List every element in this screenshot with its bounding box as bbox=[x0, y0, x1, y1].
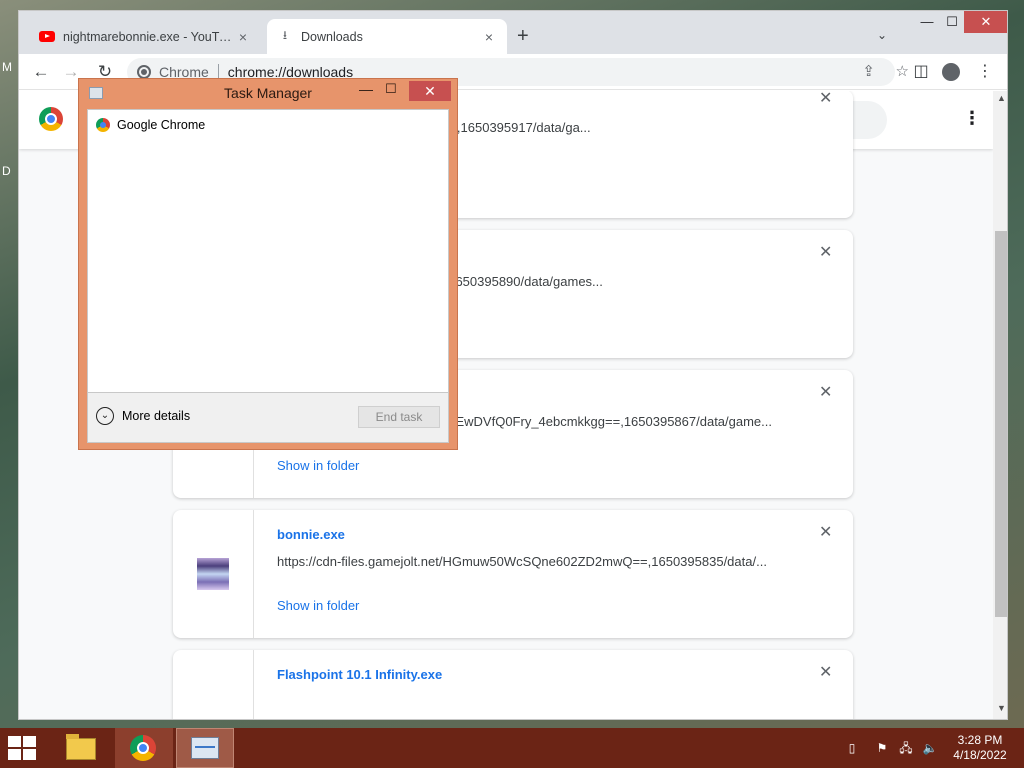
network-icon[interactable]: 🖧 bbox=[898, 740, 914, 756]
clock-date: 4/18/2022 bbox=[953, 748, 1007, 762]
task-manager-title: Task Manager bbox=[224, 85, 312, 101]
show-in-folder-link[interactable]: Show in folder bbox=[277, 598, 359, 613]
chrome-icon bbox=[130, 735, 156, 761]
start-button[interactable] bbox=[8, 736, 38, 760]
downloads-menu-icon[interactable]: ⋮ bbox=[963, 108, 981, 129]
tab-strip: nightmarebonnie.exe - YouTube × ⭳ Downlo… bbox=[19, 11, 1007, 54]
card-divider bbox=[253, 650, 254, 719]
share-icon[interactable]: ⇪ bbox=[862, 58, 875, 86]
download-file-name[interactable]: bonnie.exe bbox=[277, 527, 345, 542]
close-button[interactable]: ✕ bbox=[409, 81, 451, 101]
clock-time: 3:28 PM bbox=[957, 733, 1003, 747]
task-manager-window: Task Manager — ☐ ✕ Google Chrome ⌄ More … bbox=[78, 78, 458, 450]
tab-close-icon[interactable]: × bbox=[481, 29, 497, 45]
remove-download-icon[interactable]: ✕ bbox=[819, 242, 832, 262]
chrome-menu-icon[interactable]: ⋮ bbox=[973, 60, 997, 84]
desktop-icon-label[interactable]: D bbox=[2, 164, 11, 178]
remove-download-icon[interactable]: ✕ bbox=[819, 662, 832, 682]
task-manager-footer: ⌄ More details End task bbox=[87, 393, 449, 443]
side-panel-icon[interactable]: ◫ bbox=[909, 60, 933, 84]
file-explorer-button[interactable] bbox=[64, 732, 98, 764]
taskbar: ▯ ⚑ 🖧 🔈 3:28 PM 4/18/2022 bbox=[0, 728, 1024, 768]
download-url: https://cdn-files.gamejolt.net/HGmuw50Wc… bbox=[277, 554, 767, 569]
remove-download-icon[interactable]: ✕ bbox=[819, 91, 832, 108]
bookmark-star-icon[interactable]: ☆ bbox=[896, 58, 909, 86]
minimize-button[interactable]: — bbox=[359, 81, 373, 97]
volume-icon[interactable]: 🔈 bbox=[922, 740, 938, 756]
file-thumbnail bbox=[197, 558, 229, 590]
desktop-icon-label[interactable]: M bbox=[2, 60, 12, 74]
scroll-thumb[interactable] bbox=[995, 231, 1007, 617]
action-center-icon[interactable]: ▯ bbox=[844, 740, 860, 756]
tab-close-icon[interactable]: × bbox=[235, 29, 251, 45]
page-scrollbar[interactable]: ▲ ▼ bbox=[993, 91, 1007, 719]
show-in-folder-link[interactable]: Show in folder bbox=[277, 458, 359, 473]
new-tab-button[interactable]: + bbox=[517, 25, 529, 47]
profile-avatar-icon[interactable] bbox=[939, 60, 963, 84]
task-manager-icon bbox=[191, 737, 219, 759]
chevron-down-icon[interactable]: ⌄ bbox=[96, 407, 114, 425]
chrome-icon bbox=[96, 118, 110, 132]
more-details-link[interactable]: More details bbox=[122, 409, 190, 423]
process-row[interactable]: Google Chrome bbox=[96, 118, 205, 132]
task-manager-titlebar[interactable]: Task Manager — ☐ ✕ bbox=[79, 79, 457, 107]
tab-search-chevron-icon[interactable]: ⌄ bbox=[877, 28, 887, 42]
scroll-up-arrow-icon[interactable]: ▲ bbox=[997, 93, 1006, 103]
download-file-name[interactable]: Flashpoint 10.1 Infinity.exe bbox=[277, 667, 442, 682]
download-item: bonnie.exe https://cdn-files.gamejolt.ne… bbox=[173, 510, 853, 638]
taskbar-task-manager-button[interactable] bbox=[176, 728, 234, 768]
back-button[interactable]: ← bbox=[29, 60, 53, 84]
end-task-button[interactable]: End task bbox=[358, 406, 440, 428]
close-button[interactable]: ✕ bbox=[964, 11, 1007, 33]
remove-download-icon[interactable]: ✕ bbox=[819, 382, 832, 402]
system-clock[interactable]: 3:28 PM 4/18/2022 bbox=[950, 733, 1010, 763]
chrome-page-icon bbox=[137, 65, 151, 79]
taskbar-chrome-button[interactable] bbox=[115, 728, 173, 768]
tab-youtube[interactable]: nightmarebonnie.exe - YouTube × bbox=[29, 19, 261, 54]
scroll-down-arrow-icon[interactable]: ▼ bbox=[997, 703, 1006, 713]
process-list: Google Chrome bbox=[87, 109, 449, 393]
chrome-logo-icon bbox=[39, 107, 63, 131]
youtube-icon bbox=[39, 31, 55, 42]
windows-logo-icon bbox=[8, 736, 21, 747]
tab-title: Downloads bbox=[301, 29, 363, 44]
process-name: Google Chrome bbox=[117, 118, 206, 132]
maximize-button[interactable]: ☐ bbox=[937, 11, 967, 33]
tab-title: nightmarebonnie.exe - YouTube bbox=[63, 29, 235, 44]
tab-downloads[interactable]: ⭳ Downloads × bbox=[267, 19, 507, 54]
action-center-flag-icon[interactable]: ⚑ bbox=[874, 740, 890, 756]
folder-icon bbox=[66, 734, 96, 760]
maximize-button[interactable]: ☐ bbox=[385, 81, 397, 97]
download-icon: ⭳ bbox=[282, 28, 288, 42]
download-item: Flashpoint 10.1 Infinity.exe ✕ bbox=[173, 650, 853, 719]
remove-download-icon[interactable]: ✕ bbox=[819, 522, 832, 542]
card-divider bbox=[253, 510, 254, 638]
